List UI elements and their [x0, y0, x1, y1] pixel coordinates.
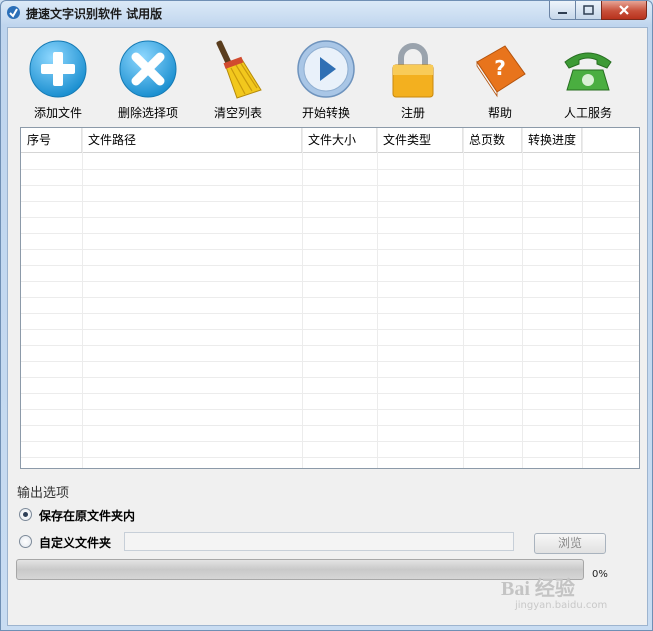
table-row — [21, 345, 639, 362]
help-button[interactable]: ? 帮助 — [460, 38, 540, 123]
save-in-original-label: 保存在原文件夹内 — [39, 509, 136, 523]
table-row — [21, 297, 639, 314]
table-row — [21, 185, 639, 202]
register-label: 注册 — [400, 106, 425, 120]
file-table[interactable]: 序号 文件路径 文件大小 文件类型 总页数 转换进度 — [20, 127, 640, 469]
column-header-type[interactable]: 文件类型 — [377, 128, 463, 152]
custom-folder-input[interactable] — [124, 532, 514, 551]
table-body — [21, 153, 639, 468]
table-row — [21, 249, 639, 266]
x-circle-icon — [119, 40, 177, 98]
table-row — [21, 265, 639, 282]
svg-text:?: ? — [494, 56, 506, 80]
table-row — [21, 361, 639, 378]
column-header-size[interactable]: 文件大小 — [302, 128, 377, 152]
start-convert-button[interactable]: 开始转换 — [286, 38, 366, 123]
table-header: 序号 文件路径 文件大小 文件类型 总页数 转换进度 — [21, 128, 639, 153]
column-header-path[interactable]: 文件路径 — [82, 128, 302, 152]
table-row — [21, 281, 639, 298]
table-row — [21, 201, 639, 218]
table-row — [21, 409, 639, 426]
table-row — [21, 441, 639, 458]
window-title: 捷速文字识别软件 试用版 — [26, 7, 163, 21]
table-row — [21, 425, 639, 442]
output-options-heading: 输出选项 — [17, 486, 70, 501]
delete-selected-button[interactable]: 删除选择项 — [108, 38, 188, 123]
table-row — [21, 329, 639, 346]
main-panel: 添加文件 删除选择项 清空列表 开始转换 注册 ? 帮助 人工服务 序号 文件路… — [7, 27, 648, 626]
column-header-pages[interactable]: 总页数 — [463, 128, 522, 152]
table-row — [21, 393, 639, 410]
custom-folder-label: 自定义文件夹 — [39, 536, 112, 550]
padlock-icon — [392, 43, 434, 98]
maximize-button[interactable] — [575, 1, 602, 20]
delete-selected-label: 删除选择项 — [117, 106, 178, 120]
help-book-icon: ? — [476, 45, 526, 98]
custom-folder-radio[interactable] — [19, 535, 32, 548]
progress-percent: 0% — [592, 569, 608, 580]
start-convert-label: 开始转换 — [301, 106, 350, 120]
table-row — [21, 313, 639, 330]
play-circle-icon — [297, 40, 355, 98]
watermark-url: jingyan.baidu.com — [515, 600, 608, 611]
minimize-button[interactable] — [549, 1, 576, 20]
minimize-icon — [558, 12, 567, 14]
watermark-text: Bai 经验 — [501, 578, 575, 600]
table-row — [21, 153, 639, 170]
add-file-label: 添加文件 — [33, 106, 82, 120]
app-logo-icon — [6, 5, 21, 20]
plus-circle-icon — [29, 40, 87, 98]
table-row — [21, 377, 639, 394]
app-window: 捷速文字识别软件 试用版 添加文件 删除选择项 清空列表 开始转换 注册 ? 帮… — [0, 0, 653, 631]
add-file-button[interactable]: 添加文件 — [18, 38, 98, 123]
browse-button[interactable]: 浏览 — [534, 533, 606, 554]
title-bar[interactable]: 捷速文字识别软件 试用版 — [1, 1, 652, 25]
support-label: 人工服务 — [563, 106, 612, 120]
table-row — [21, 233, 639, 250]
maximize-icon — [583, 5, 594, 15]
clear-list-label: 清空列表 — [213, 106, 262, 120]
help-label: 帮助 — [487, 106, 512, 120]
close-icon — [619, 5, 629, 15]
broom-icon — [216, 40, 262, 99]
conversion-progress-bar — [16, 559, 584, 580]
telephone-icon — [564, 52, 612, 91]
table-row — [21, 217, 639, 234]
register-button[interactable]: 注册 — [373, 38, 453, 123]
table-row — [21, 169, 639, 186]
column-header-index[interactable]: 序号 — [21, 128, 82, 152]
save-in-original-radio[interactable] — [19, 508, 32, 521]
clear-list-button[interactable]: 清空列表 — [198, 38, 278, 123]
close-button[interactable] — [601, 1, 647, 20]
support-button[interactable]: 人工服务 — [548, 38, 628, 123]
column-header-progress[interactable]: 转换进度 — [522, 128, 582, 152]
